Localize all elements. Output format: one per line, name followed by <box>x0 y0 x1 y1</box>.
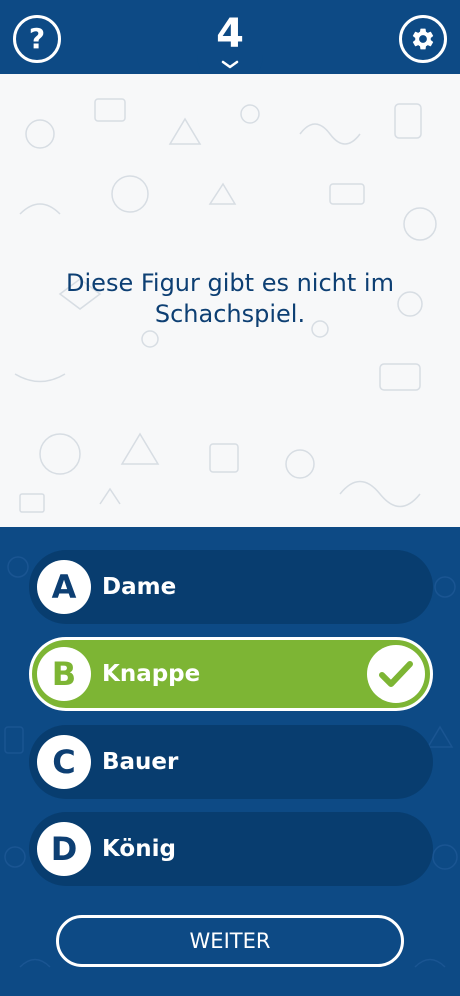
answer-letter-d: D <box>37 822 91 876</box>
answer-label-c: Bauer <box>102 749 179 775</box>
answer-option-d[interactable]: D König <box>29 812 433 886</box>
answer-label-d: König <box>102 836 176 862</box>
answer-area: A Dame B Knappe C Bauer D König WEITER <box>0 527 460 996</box>
help-button[interactable]: ? <box>13 15 61 63</box>
continue-button[interactable]: WEITER <box>56 915 404 967</box>
answer-option-c[interactable]: C Bauer <box>29 725 433 799</box>
answer-label-b: Knappe <box>102 661 201 687</box>
answer-option-a[interactable]: A Dame <box>29 550 433 624</box>
chevron-down-icon <box>221 60 239 69</box>
question-number: 4 <box>216 11 244 57</box>
checkmark-icon <box>367 645 425 703</box>
settings-button[interactable] <box>399 15 447 63</box>
question-area: Diese Figur gibt es nicht im Schachspiel… <box>0 74 460 527</box>
answer-letter-a: A <box>37 560 91 614</box>
answer-label-a: Dame <box>102 574 177 600</box>
answer-letter-c: C <box>37 735 91 789</box>
answer-option-b-correct[interactable]: B Knappe <box>29 637 433 711</box>
question-text: Diese Figur gibt es nicht im Schachspiel… <box>66 269 394 328</box>
gear-icon <box>412 28 434 50</box>
question-mark-icon: ? <box>28 22 46 55</box>
answer-letter-b: B <box>37 647 91 701</box>
top-bar: ? 4 <box>0 0 460 88</box>
